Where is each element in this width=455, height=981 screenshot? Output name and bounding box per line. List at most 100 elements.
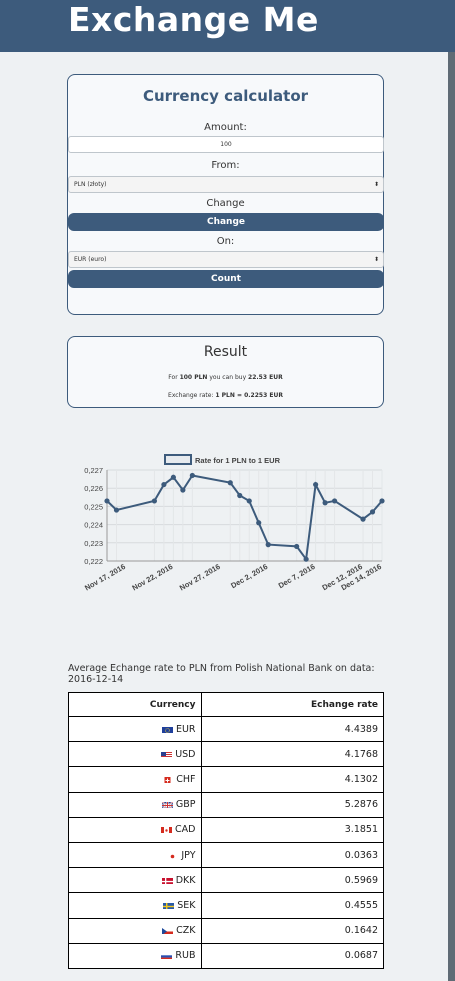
currency-code: CHF bbox=[176, 773, 196, 785]
rate-cell: 0.0687 bbox=[200, 942, 384, 969]
currency-cell: USD bbox=[68, 741, 202, 768]
data-point bbox=[246, 498, 252, 504]
rate-cell: 4.1768 bbox=[200, 741, 384, 768]
change-button[interactable]: Change bbox=[68, 213, 384, 231]
table-row: JPY 0.0363 bbox=[68, 841, 384, 869]
rates-caption: Average Echange rate to PLN from Polish … bbox=[68, 663, 375, 685]
flag-ca-icon bbox=[161, 826, 173, 834]
to-currency-value: EUR (euro) bbox=[74, 256, 107, 263]
currency-code: EUR bbox=[175, 723, 196, 735]
table-row: RUB 0.0687 bbox=[68, 942, 384, 969]
x-tick-label: Dec 7, 2016 bbox=[277, 562, 317, 590]
currency-code: CAD bbox=[175, 824, 196, 836]
data-point bbox=[151, 498, 158, 504]
data-point bbox=[161, 481, 167, 488]
rate-value: 1 PLN = 0.2253 EUR bbox=[215, 392, 283, 399]
y-tick-label: 0,222 bbox=[84, 557, 103, 566]
table-row: CHF 4.1302 bbox=[68, 766, 384, 793]
data-point bbox=[113, 507, 120, 513]
currency-cell: DKK bbox=[68, 867, 202, 894]
result-card: Result For 100 PLN you can buy 22.53 EUR… bbox=[67, 336, 384, 408]
flag-ru-icon bbox=[161, 952, 173, 960]
calculator-title: Currency calculator bbox=[142, 87, 309, 105]
result-text: you can buy bbox=[207, 374, 249, 381]
x-tick-label: Nov 27, 2016 bbox=[178, 562, 222, 593]
x-tick-label: Nov 17, 2016 bbox=[83, 562, 127, 593]
legend-swatch bbox=[164, 454, 192, 465]
table-row: DKK 0.5969 bbox=[68, 867, 384, 894]
rate-cell: 3.1851 bbox=[200, 816, 384, 843]
on-label: On: bbox=[216, 236, 235, 247]
currency-code: USD bbox=[175, 748, 196, 760]
currency-cell: EUR bbox=[68, 715, 202, 743]
data-point bbox=[313, 481, 319, 488]
chart-legend: Rate for 1 PLN to 1 EUR bbox=[164, 454, 281, 465]
currency-code: RUB bbox=[175, 950, 196, 962]
data-point bbox=[369, 509, 376, 515]
currency-code: CZK bbox=[176, 925, 196, 937]
rates-table-body: EUR 4.4389 USD 4.1768 CHF 4.1302 GBP 5.2876 CAD 3… bbox=[68, 715, 384, 969]
from-currency-select[interactable]: PLN (złoty) ⬍ bbox=[68, 176, 384, 193]
currency-cell: GBP bbox=[68, 791, 202, 818]
y-tick-label: 0,226 bbox=[84, 484, 103, 493]
y-tick-label: 0,227 bbox=[84, 466, 103, 475]
data-point bbox=[331, 498, 338, 504]
window-edge bbox=[448, 52, 455, 981]
flag-cz-icon bbox=[162, 927, 174, 935]
flag-ch-icon bbox=[162, 776, 174, 783]
rate-cell: 4.4389 bbox=[200, 715, 384, 743]
rate-line-chart: 0,227 0,226 0,225 0,224 0,223 0,222Nov 17, 20… bbox=[83, 454, 385, 593]
change-label: Change bbox=[206, 198, 245, 209]
currency-code: DKK bbox=[175, 874, 196, 886]
top-bar: Exchange Me bbox=[0, 0, 455, 52]
rate-cell: 0.1642 bbox=[200, 917, 384, 944]
currency-calculator-card: Currency calculator Amount: 100 From: PL… bbox=[67, 74, 384, 315]
rate-cell: 4.1302 bbox=[200, 766, 384, 793]
table-row: GBP 5.2876 bbox=[68, 791, 384, 818]
currency-column-header: Currency bbox=[68, 692, 202, 717]
result-text: For bbox=[168, 374, 180, 381]
result-amount: 100 PLN bbox=[179, 374, 208, 381]
brand-title[interactable]: Exchange Me bbox=[68, 0, 319, 39]
table-row: CAD 3.1851 bbox=[68, 816, 384, 843]
data-point bbox=[170, 474, 176, 480]
result-converted: 22.53 EUR bbox=[248, 374, 283, 381]
rate-cell: 0.4555 bbox=[200, 892, 384, 919]
currency-cell: CZK bbox=[68, 917, 202, 944]
table-row: USD 4.1768 bbox=[68, 741, 384, 768]
flag-se-icon bbox=[163, 902, 175, 909]
amount-label: Amount: bbox=[204, 122, 247, 133]
data-point bbox=[189, 472, 195, 479]
data-point bbox=[104, 498, 110, 504]
currency-cell: RUB bbox=[68, 942, 202, 969]
data-point bbox=[265, 542, 271, 548]
chart-grid bbox=[106, 469, 383, 562]
count-button[interactable]: Count bbox=[68, 270, 384, 288]
currency-cell: CAD bbox=[68, 816, 202, 843]
currency-code: GBP bbox=[175, 799, 196, 811]
flag-gb-icon bbox=[161, 801, 173, 809]
chart-series bbox=[104, 472, 385, 562]
data-point bbox=[303, 556, 309, 562]
x-tick-label: Dec 2, 2016 bbox=[229, 562, 269, 590]
y-tick-label: 0,223 bbox=[84, 539, 103, 548]
result-title: Result bbox=[203, 344, 248, 360]
rates-table: Currency Echange rate EUR 4.4389 USD 4.1768… bbox=[68, 692, 384, 969]
to-currency-select[interactable]: EUR (euro) ⬍ bbox=[68, 251, 384, 268]
legend-label: Rate for 1 PLN to 1 EUR bbox=[195, 456, 281, 465]
rate-prefix: Exchange rate: bbox=[168, 392, 216, 399]
rate-column-header: Echange rate bbox=[200, 692, 384, 717]
currency-code: SEK bbox=[177, 899, 196, 911]
data-point bbox=[180, 487, 186, 493]
data-point bbox=[237, 492, 243, 499]
data-point bbox=[360, 516, 366, 522]
currency-cell: JPY bbox=[68, 841, 202, 869]
table-row: SEK 0.4555 bbox=[68, 892, 384, 919]
amount-input[interactable]: 100 bbox=[68, 136, 384, 153]
data-point bbox=[256, 520, 262, 526]
result-rate-line: Exchange rate: 1 PLN = 0.2253 EUR bbox=[68, 392, 383, 399]
table-row: CZK 0.1642 bbox=[68, 917, 384, 944]
select-caret-icon: ⬍ bbox=[373, 256, 379, 263]
y-tick-label: 0,224 bbox=[84, 521, 103, 530]
result-summary: For 100 PLN you can buy 22.53 EUR bbox=[68, 374, 383, 381]
